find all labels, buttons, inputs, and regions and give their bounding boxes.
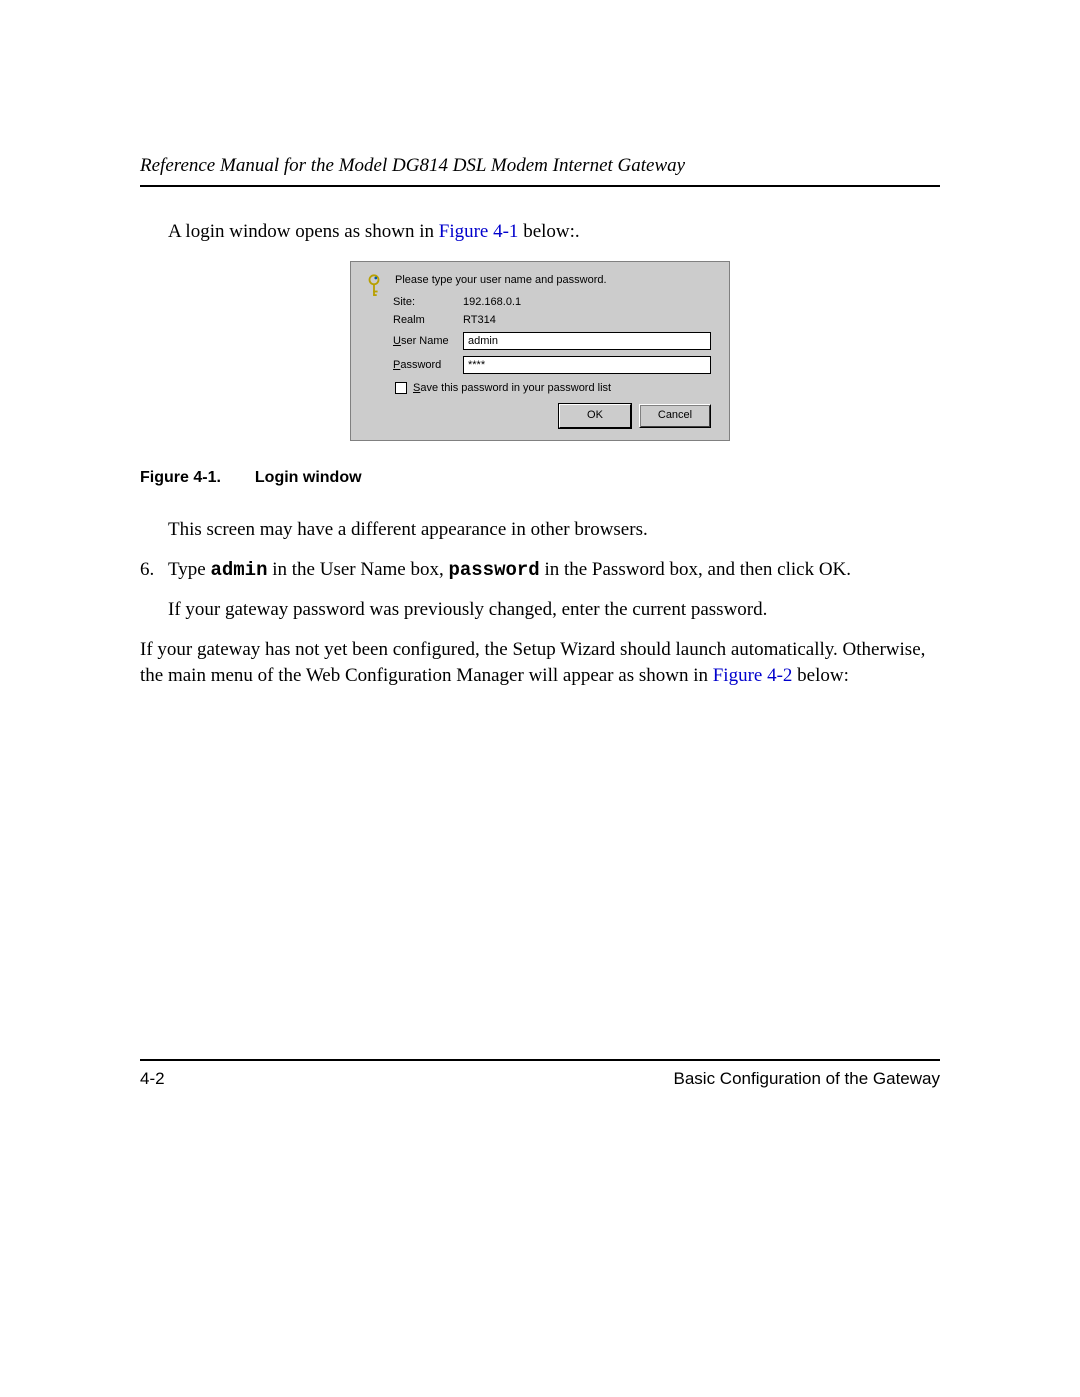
realm-label: Realm [393,314,463,326]
step-6: 6. Type admin in the User Name box, pass… [140,557,940,623]
step-6-sub: If your gateway password was previously … [168,597,940,623]
figure-wrap: Please type your user name and password.… [140,261,940,441]
ok-button[interactable]: OK [559,404,631,428]
realm-value: RT314 [463,314,496,326]
password-input[interactable]: **** [463,356,711,374]
para2-post: below: [792,665,848,686]
username-input[interactable]: admin [463,332,711,350]
para-setup-wizard: If your gateway has not yet been configu… [140,637,940,688]
page: Reference Manual for the Model DG814 DSL… [0,0,1080,1397]
dialog-instruction: Please type your user name and password. [395,274,711,286]
section-title: Basic Configuration of the Gateway [674,1069,940,1089]
intro-text-post: below:. [518,221,579,242]
figure-4-2-link[interactable]: Figure 4-2 [713,665,793,686]
page-number: 4-2 [140,1069,165,1089]
step-6-t3: in the Password box, and then click OK. [540,559,851,580]
caption-text: Login window [255,469,362,486]
password-literal: password [448,559,539,581]
save-password-label: Save this password in your password list [413,382,611,394]
intro-text-pre: A login window opens as shown in [168,221,439,242]
username-label: User Name [393,335,463,347]
appearance-note: This screen may have a different appeara… [168,517,940,543]
realm-row: Realm RT314 [393,314,711,326]
save-password-checkbox[interactable] [395,382,407,394]
doc-header: Reference Manual for the Model DG814 DSL… [140,155,940,187]
password-label: Password [393,359,463,371]
figure-4-1-link[interactable]: Figure 4-1 [439,221,519,242]
username-row: User Name admin [393,332,711,350]
step-6-t1: Type [168,559,210,580]
site-value: 192.168.0.1 [463,296,521,308]
step-6-text: Type admin in the User Name box, passwor… [168,557,940,584]
figure-caption: Figure 4-1. Login window [140,469,940,487]
site-row: Site: 192.168.0.1 [393,296,711,308]
admin-literal: admin [210,559,267,581]
site-label: Site: [393,296,463,308]
page-footer: 4-2 Basic Configuration of the Gateway [140,1069,940,1089]
dialog-button-row: OK Cancel [393,404,711,428]
save-password-row[interactable]: Save this password in your password list [395,382,711,394]
intro-paragraph: A login window opens as shown in Figure … [168,221,940,243]
cancel-button[interactable]: Cancel [639,404,711,428]
password-row: Password **** [393,356,711,374]
caption-number: Figure 4-1. [140,469,221,486]
key-icon [365,274,383,303]
login-dialog: Please type your user name and password.… [350,261,730,441]
step-6-t2: in the User Name box, [267,559,448,580]
step-6-marker: 6. [140,557,168,623]
footer-rule [140,1059,940,1061]
